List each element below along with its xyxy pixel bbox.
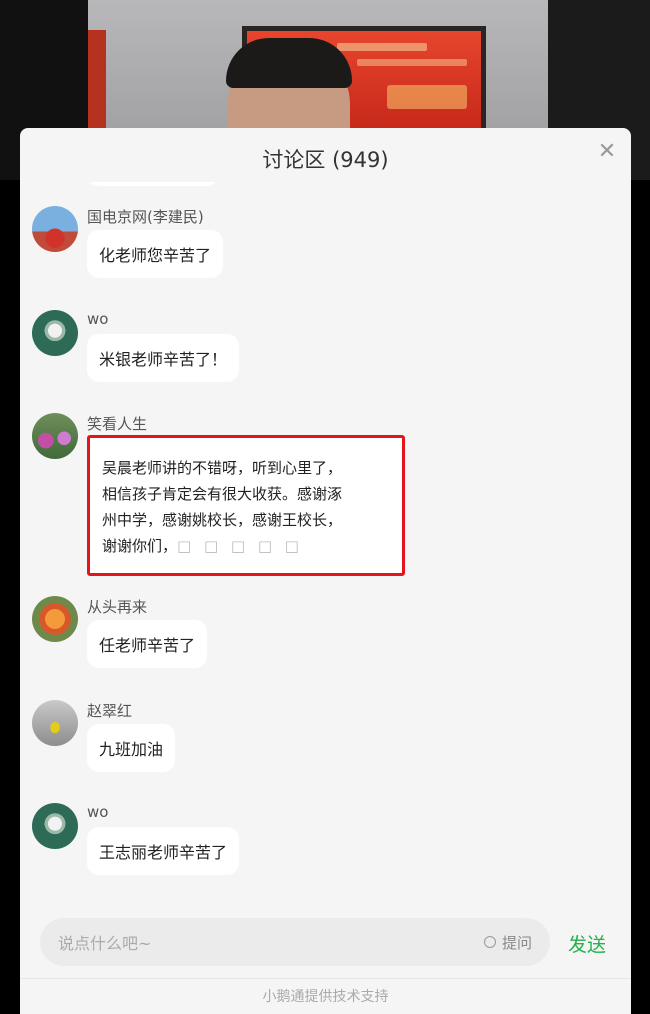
username: 赵翠红 [87, 702, 133, 720]
field-avatar[interactable] [32, 413, 78, 459]
divider [20, 978, 631, 979]
message-line-last: 谢谢你们，□ □ □ □ □ [102, 537, 303, 555]
flag-avatar[interactable] [32, 206, 78, 252]
message-bubble: 化老师您辛苦了 [87, 230, 224, 278]
emoji-placeholder: □ □ □ □ □ [177, 537, 303, 555]
discussion-panel: 讨论区 (949) ✕ 国电京网(李建民) 化老师您辛苦了 wo 米银老师辛苦了… [20, 128, 631, 1014]
message-line: 州中学，感谢姚校长，感谢王校长， [102, 511, 343, 529]
message-bubble: 任老师辛苦了 [87, 620, 208, 668]
radio-icon[interactable] [484, 936, 496, 948]
ask-label: 提问 [502, 933, 533, 952]
send-button[interactable]: 发送 [568, 930, 606, 957]
speaker-hair [226, 38, 352, 88]
message-bubble: 王志丽老师辛苦了 [87, 827, 240, 875]
flower-avatar[interactable] [32, 803, 78, 849]
message-bubble: 九班加油 [87, 724, 176, 772]
flower-avatar[interactable] [32, 310, 78, 356]
highlighted-message-bubble: 吴晨老师讲的不错呀，听到心里了， 相信孩子肯定会有很大收获。感谢涿 州中学，感谢… [87, 435, 405, 576]
username: wo [87, 803, 109, 821]
message-line: 吴晨老师讲的不错呀，听到心里了， [102, 459, 343, 477]
username: wo [87, 310, 109, 328]
person-avatar[interactable] [32, 700, 78, 746]
partial-message-bubble [87, 182, 219, 186]
message-list[interactable]: 国电京网(李建民) 化老师您辛苦了 wo 米银老师辛苦了！ 笑看人生 吴晨老师讲… [20, 182, 631, 904]
username: 笑看人生 [87, 415, 148, 433]
orange-flower-avatar[interactable] [32, 596, 78, 642]
message-line: 相信孩子肯定会有很大收获。感谢涿 [102, 485, 343, 503]
tech-support-footer: 小鹅通提供技术支持 [262, 989, 389, 1005]
close-icon[interactable]: ✕ [595, 140, 619, 164]
comment-input-box: 提问 [40, 918, 550, 968]
username: 从头再来 [87, 598, 148, 616]
username: 国电京网(李建民) [87, 208, 204, 226]
comment-input[interactable] [56, 918, 460, 968]
panel-title: 讨论区 (949) [262, 148, 389, 172]
video-red-banner [88, 30, 106, 130]
message-bubble: 米银老师辛苦了！ [87, 334, 240, 382]
ask-question-toggle[interactable]: 提问 [484, 933, 533, 952]
